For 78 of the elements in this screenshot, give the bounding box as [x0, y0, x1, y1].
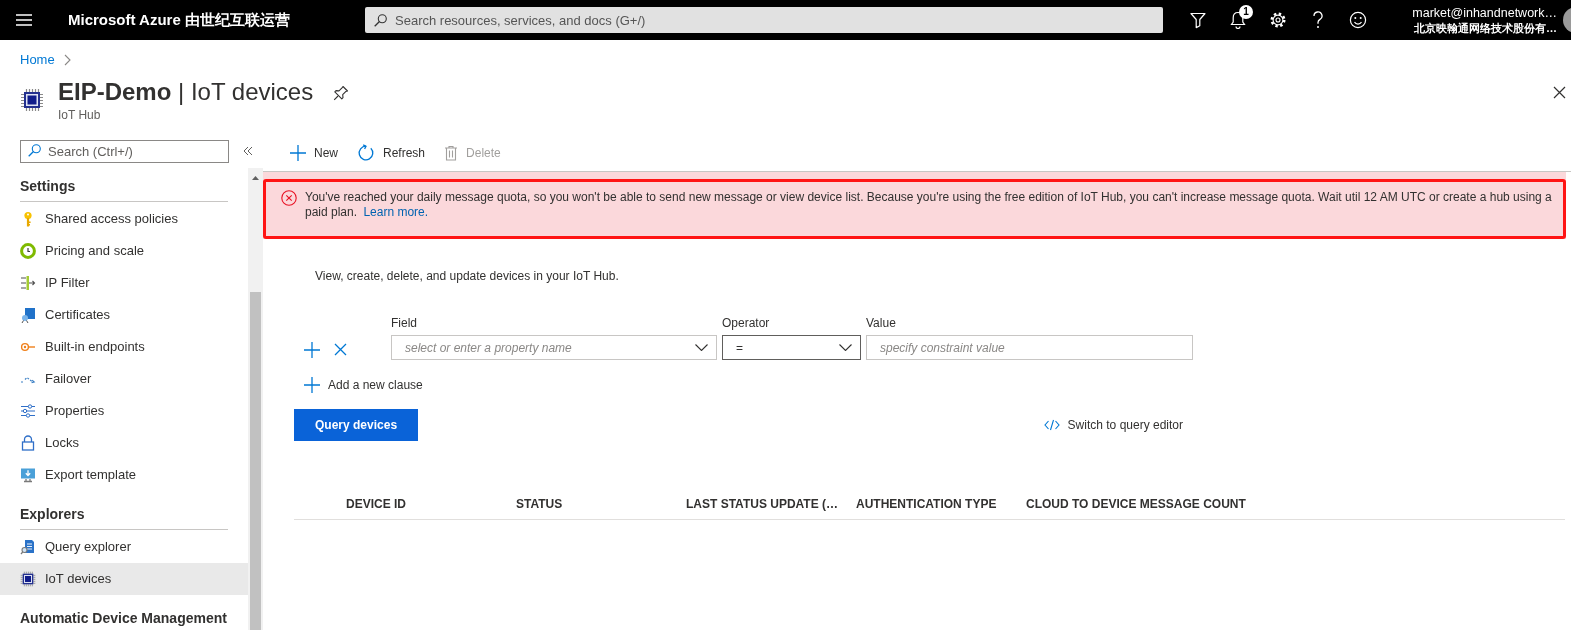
- column-header: CLOUD TO DEVICE MESSAGE COUNT: [1026, 497, 1246, 511]
- notifications-button[interactable]: 1: [1218, 0, 1258, 40]
- notification-count: 1: [1239, 5, 1253, 19]
- refresh-button[interactable]: Refresh: [357, 137, 426, 168]
- dropdown[interactable]: =: [722, 335, 861, 360]
- pin-icon[interactable]: [333, 85, 350, 101]
- code-icon: [1043, 419, 1060, 431]
- sidebar-heading: Settings: [20, 178, 76, 194]
- description-text: View, create, delete, and update devices in your IoT Hub.: [315, 269, 619, 283]
- nav-item[interactable]: Export template: [0, 459, 248, 491]
- nav-item[interactable]: Query explorer: [0, 531, 248, 563]
- bell-icon: [1230, 11, 1246, 29]
- settings-icon: [1269, 11, 1287, 29]
- trash-icon: [444, 144, 459, 161]
- double-chevron-left-icon: [243, 145, 253, 156]
- chevron-down-icon: [695, 344, 708, 351]
- field-label: Value: [866, 316, 896, 330]
- account-organization: 北京映翰通网络技术股份有…: [1414, 20, 1557, 36]
- refresh-icon: [357, 143, 375, 162]
- column-header: STATUS: [516, 497, 563, 511]
- breadcrumb-link[interactable]: Home: [20, 52, 55, 68]
- alert-message: You've reached your daily message quota, so you won't be able to send new message or view device list. Because you're using the free edition of IoT Hub, you can't increase message quota. Wait util 12 AM UTC or create a hub using a paid plan. Learn more.: [305, 190, 1553, 220]
- column-header: AUTHENTICATION TYPE: [856, 497, 997, 511]
- sliders-icon: [20, 403, 36, 419]
- chevron-right-icon: [63, 54, 71, 66]
- nav-item[interactable]: Built-in endpoints: [0, 331, 248, 363]
- dropdown[interactable]: select or enter a property name: [391, 335, 717, 360]
- scrollbar-thumb[interactable]: [250, 292, 261, 630]
- add-clause-button[interactable]: Add a new clause: [304, 377, 423, 393]
- document-search-icon: [20, 539, 36, 555]
- nav-item[interactable]: Locks: [0, 427, 248, 459]
- nav-item[interactable]: Pricing and scale: [0, 235, 248, 267]
- chevron-down-icon: [839, 344, 852, 351]
- learn-more-link[interactable]: Learn more.: [363, 205, 429, 219]
- page-title: EIP-Demo | IoT devices: [58, 77, 314, 107]
- plus-icon[interactable]: [304, 341, 320, 358]
- portal-title[interactable]: Microsoft Azure 由世纪互联运营: [68, 11, 290, 28]
- filter-gate-icon: [20, 275, 36, 291]
- help-icon: [1312, 11, 1324, 29]
- funnel-icon: [1189, 11, 1207, 29]
- field-label: Operator: [722, 316, 770, 330]
- input-field[interactable]: specify constraint value: [866, 335, 1193, 360]
- column-header: LAST STATUS UPDATE (…: [686, 497, 838, 511]
- nav-item[interactable]: Properties: [0, 395, 248, 427]
- smiley-icon: [1349, 11, 1367, 29]
- account-email: market@inhandnetwork…: [1412, 4, 1557, 21]
- scroll-up-icon[interactable]: [252, 176, 259, 180]
- new-button[interactable]: New: [290, 137, 338, 168]
- nav-item[interactable]: Failover: [0, 363, 248, 395]
- column-header: DEVICE ID: [346, 497, 406, 511]
- nav-item[interactable]: Shared access policies: [0, 203, 248, 235]
- lock-icon: [20, 435, 36, 451]
- avatar-icon: [1563, 7, 1571, 33]
- certificate-icon: [20, 307, 36, 323]
- search-icon: [28, 144, 41, 157]
- chip-icon: [20, 88, 44, 112]
- search-field[interactable]: Search resources, services, and docs (G+/): [365, 7, 1163, 33]
- clock-ring-icon: [20, 243, 36, 259]
- error-icon: [281, 190, 297, 206]
- chip-icon: [20, 571, 36, 587]
- plus-icon: [290, 144, 306, 161]
- nav-item[interactable]: IoT devices: [0, 563, 248, 595]
- search-icon: [374, 14, 387, 27]
- field-label: Field: [391, 316, 417, 330]
- sidebar-heading: Automatic Device Management: [20, 610, 227, 626]
- query-devices-button[interactable]: Query devices: [294, 409, 419, 441]
- menu-icon: [16, 14, 32, 26]
- scrollbar-track[interactable]: [248, 168, 263, 630]
- search-field[interactable]: Search (Ctrl+/): [20, 140, 229, 163]
- nav-item[interactable]: IP Filter: [0, 267, 248, 299]
- monitor-download-icon: [20, 467, 36, 483]
- plus-icon: [304, 377, 320, 393]
- close-icon[interactable]: [1553, 86, 1566, 99]
- sidebar-heading: Explorers: [20, 506, 85, 522]
- switch-editor-link[interactable]: Switch to query editor: [1043, 416, 1183, 434]
- cross-icon[interactable]: [334, 343, 347, 356]
- page-subtitle: IoT Hub: [58, 108, 102, 122]
- nav-item[interactable]: Certificates: [0, 299, 248, 331]
